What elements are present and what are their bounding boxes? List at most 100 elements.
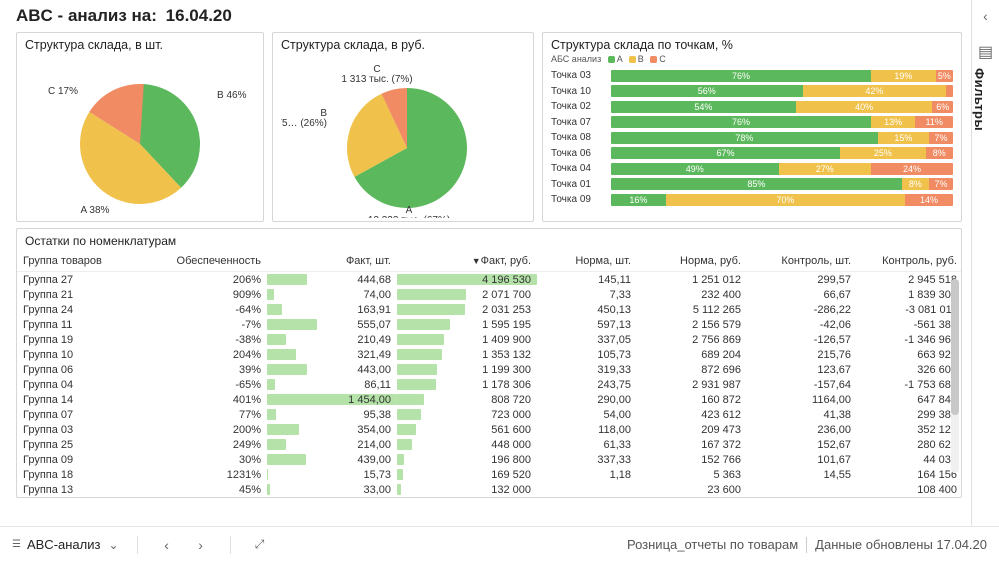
scrollbar-thumb[interactable]: [951, 279, 959, 415]
bar-segment-A: 78%: [611, 132, 878, 144]
pie-pieces-chart: A 38% B 46% C 17%: [25, 58, 255, 218]
table-title: Остатки по номенклатурам: [17, 229, 961, 251]
fit-to-page-button[interactable]: ⤢: [249, 534, 271, 556]
bar-segment-B: 8%: [902, 178, 929, 190]
table-header[interactable]: Норма, руб.: [637, 251, 747, 272]
chevron-down-icon: ⌄: [108, 538, 118, 552]
stacked-bar: 78%15%7%: [611, 132, 953, 144]
table-row[interactable]: Группа 03200%354,00561 600118,00209 4732…: [17, 422, 961, 437]
card-pie-rub[interactable]: Структура склада, в руб. A12 333 тыс. (6…: [272, 32, 534, 222]
table-row[interactable]: Группа 1345%33,00132 00023 600108 400: [17, 482, 961, 497]
table-row[interactable]: Группа 04-65%86,111 178 306243,752 931 9…: [17, 377, 961, 392]
table-header[interactable]: Контроль, руб.: [857, 251, 961, 272]
bar-segment-C: 11%: [915, 116, 953, 128]
bar-segment-C: 8%: [926, 147, 953, 159]
table-row[interactable]: Группа 11-7%555,071 595 195597,132 156 5…: [17, 317, 961, 332]
bar-row-label: Точка 03: [551, 70, 605, 81]
pie-label: 4 675… (26%): [281, 118, 327, 129]
page-name-label: ABC-анализ: [27, 537, 101, 552]
pie-label: B 46%: [217, 90, 247, 101]
stacked-bar: 76%13%11%: [611, 116, 953, 128]
bar-row[interactable]: Точка 08 78%15%7%: [551, 130, 953, 146]
bar-row[interactable]: Точка 07 76%13%11%: [551, 115, 953, 131]
report-canvas: ABC - анализ на: 16.04.20 Структура скла…: [0, 0, 971, 526]
bar-segment-A: 85%: [611, 178, 902, 190]
bar-row-label: Точка 07: [551, 117, 605, 128]
bar-segment-C: 6%: [932, 101, 953, 113]
bar-row[interactable]: Точка 0667%25%8%: [551, 146, 953, 162]
bar-segment-C: 24%: [871, 163, 953, 175]
bar-segment-C: 7%: [929, 178, 953, 190]
bar-segment-A: 76%: [611, 70, 871, 82]
stacked-bar: 76%19%5%: [611, 70, 953, 82]
bar-segment-A: 16%: [611, 194, 666, 206]
bar-row-label: Точка 10: [551, 86, 605, 97]
table-header[interactable]: Норма, шт.: [537, 251, 637, 272]
card-pie-pieces[interactable]: Структура склада, в шт. A 38% B 46% C 17%: [16, 32, 264, 222]
stacked-bar: 16%70%14%: [611, 194, 953, 206]
prev-page-button[interactable]: ‹: [156, 534, 178, 556]
bar-segment-B: 25%: [840, 147, 926, 159]
bar-segment-C: 14%: [905, 194, 953, 206]
table-row[interactable]: Группа 27206%444,684 196 530145,111 251 …: [17, 272, 961, 288]
bar-segment-B: 70%: [666, 194, 905, 206]
pie-label: A 38%: [81, 205, 110, 216]
bar-segment-A: 67%: [611, 147, 840, 159]
table-row[interactable]: Группа 25249%214,00448 00061,33167 37215…: [17, 437, 961, 452]
bar-segment-A: 49%: [611, 163, 779, 175]
stacked-bar: 85%8%7%: [611, 178, 953, 190]
data-updated-label: Данные обновлены 17.04.20: [815, 537, 987, 552]
bar-segment-B: 40%: [796, 101, 933, 113]
bar-segment-B: 42%: [803, 85, 947, 97]
filters-label[interactable]: Фильтры: [972, 68, 987, 131]
bar-row[interactable]: Точка 1056%42%: [551, 84, 953, 100]
page-selector[interactable]: ☰ ABC-анализ ⌄: [12, 537, 119, 552]
table-row[interactable]: Группа 19-38%210,491 409 900337,052 756 …: [17, 332, 961, 347]
table-row[interactable]: Группа 181231%15,73169 5201,185 36314,55…: [17, 467, 961, 482]
table-header[interactable]: Факт, шт.: [267, 251, 397, 272]
menu-icon: ☰: [12, 539, 21, 550]
table-header[interactable]: Обеспеченность: [157, 251, 267, 272]
bar-segment-A: 54%: [611, 101, 796, 113]
next-page-button[interactable]: ›: [190, 534, 212, 556]
table-row[interactable]: Группа 0930%439,00196 800337,33152 76610…: [17, 452, 961, 467]
filters-icon[interactable]: ▤: [972, 42, 999, 62]
bar-row-label: Точка 09: [551, 194, 605, 205]
bar-row[interactable]: Точка 02 54%40%6%: [551, 99, 953, 115]
card-table[interactable]: Остатки по номенклатурам Группа товаровО…: [16, 228, 962, 498]
pie-pieces-title: Структура склада, в шт.: [17, 33, 263, 52]
bar-row[interactable]: Точка 04 49%27%24%: [551, 161, 953, 177]
bar-row-label: Точка 08: [551, 132, 605, 143]
table-header[interactable]: Группа товаров: [17, 251, 157, 272]
bar-row[interactable]: Точка 09 16%70%14%: [551, 192, 953, 208]
pie-label: C 17%: [48, 86, 78, 97]
card-stacked-points[interactable]: Структура склада по точкам, % АБС анализ…: [542, 32, 962, 222]
stacked-bar: 49%27%24%: [611, 163, 953, 175]
table-row[interactable]: Группа 10204%321,491 353 132105,73689 20…: [17, 347, 961, 362]
bar-row[interactable]: Точка 01 85%8%7%: [551, 177, 953, 193]
table-header[interactable]: Контроль, шт.: [747, 251, 857, 272]
bar-row-label: Точка 04: [551, 163, 605, 174]
table-header[interactable]: ▼Факт, руб.: [397, 251, 537, 272]
data-table: Группа товаровОбеспеченностьФакт, шт.▼Фа…: [17, 251, 961, 497]
sort-desc-icon: ▼: [472, 256, 481, 266]
table-row[interactable]: Группа 24-64%163,912 031 253450,135 112 …: [17, 302, 961, 317]
bar-row-label: Точка 02: [551, 101, 605, 112]
table-row[interactable]: Группа 0777%95,38723 00054,00423 61241,3…: [17, 407, 961, 422]
table-row[interactable]: Группа 14401%1 454,00808 720290,00160 87…: [17, 392, 961, 407]
table-row[interactable]: Группа 21909%74,002 071 7007,33232 40066…: [17, 287, 961, 302]
bar-row-label: Точка 01: [551, 179, 605, 190]
bar-segment-C: [946, 85, 953, 97]
bar-segment-C: 7%: [929, 132, 953, 144]
table-row[interactable]: Группа 0639%443,001 199 300319,33872 696…: [17, 362, 961, 377]
bar-row[interactable]: Точка 03 76%19%5%: [551, 68, 953, 84]
stacked-rows: Точка 03 76%19%5% Точка 1056%42%Точка 02 54…: [543, 64, 961, 214]
table-scrollbar[interactable]: [951, 279, 959, 473]
bar-segment-B: 15%: [878, 132, 929, 144]
bar-segment-B: 27%: [779, 163, 871, 175]
stacked-bar: 67%25%8%: [611, 147, 953, 159]
chevron-left-icon[interactable]: ‹: [972, 8, 999, 24]
pie-rub-title: Структура склада, в руб.: [273, 33, 533, 52]
title-date: 16.04.20: [166, 6, 232, 25]
title-prefix: ABC - анализ на:: [16, 6, 157, 25]
